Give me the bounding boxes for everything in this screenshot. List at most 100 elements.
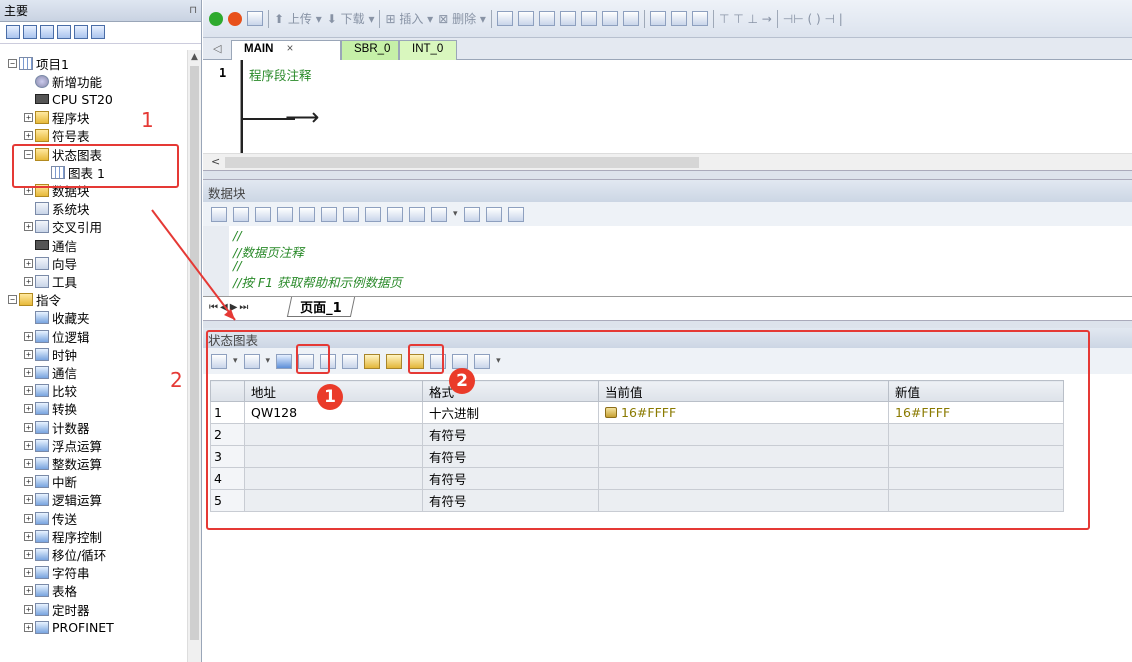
tree-item[interactable]: + 转换 (24, 400, 77, 418)
tree-item[interactable]: CPU ST20 (24, 90, 113, 108)
run-icon[interactable] (209, 11, 223, 26)
network-icon[interactable] (559, 11, 576, 26)
tab-main[interactable]: MAIN × (231, 40, 341, 60)
program-editor[interactable]: 1 程序段注释 ⟶ (203, 60, 1132, 153)
expander-icon[interactable]: + (24, 458, 33, 468)
tree-item[interactable]: + PROFINET (24, 618, 114, 636)
expander-icon[interactable]: + (24, 367, 33, 377)
expander-icon[interactable]: + (24, 477, 33, 487)
goto-icon[interactable] (622, 11, 639, 26)
table-icon[interactable] (463, 206, 480, 222)
expander-icon[interactable]: + (24, 440, 33, 450)
edit-icon[interactable] (485, 206, 502, 222)
bookmark-icon[interactable] (365, 206, 381, 222)
lock-icon[interactable] (670, 11, 687, 26)
download-icon[interactable] (255, 206, 271, 222)
insert-button[interactable]: ⊞ 插入 ▾ (385, 10, 433, 27)
network-comment[interactable]: 程序段注释 (249, 65, 312, 84)
expander-icon[interactable]: + (24, 531, 33, 541)
tree-item[interactable]: 通信 (24, 236, 77, 254)
upload-icon[interactable] (233, 206, 249, 222)
expander-icon[interactable]: + (24, 568, 33, 578)
compile-icon[interactable] (247, 11, 263, 26)
expander-icon[interactable]: + (24, 113, 33, 123)
scroll-thumb[interactable] (190, 66, 199, 640)
expander-icon[interactable]: − (8, 58, 17, 68)
tree-item[interactable]: + 中断 (24, 473, 77, 491)
tree-item[interactable]: 收藏夹 (24, 309, 90, 327)
expander-icon[interactable]: + (24, 276, 33, 286)
lock-icon[interactable] (649, 11, 666, 26)
scroll-up-icon[interactable]: ▲ (191, 52, 198, 62)
tree-item[interactable]: 系统块 (24, 200, 90, 218)
upload-button[interactable]: ⬆ 上传 ▾ (274, 10, 322, 27)
view-icon[interactable] (91, 25, 105, 39)
expander-icon[interactable]: − (8, 295, 17, 305)
expander-icon[interactable]: + (24, 131, 33, 141)
expander-icon[interactable]: + (24, 331, 33, 341)
tree-item[interactable]: + 表格 (24, 582, 77, 600)
splitter[interactable] (203, 320, 1132, 328)
tree-item[interactable]: + 程序控制 (24, 527, 102, 545)
view-icon[interactable] (40, 25, 54, 39)
expander-icon[interactable]: + (24, 386, 33, 396)
tree-item[interactable]: + 通信 (24, 363, 77, 381)
tree-item[interactable]: 新增功能 (24, 72, 102, 90)
insert-icon[interactable] (277, 206, 293, 222)
bookmark-icon[interactable] (496, 11, 513, 26)
tab-int0[interactable]: INT_0 (399, 40, 457, 60)
properties-icon[interactable] (507, 206, 524, 222)
tree-item[interactable]: + 计数器 (24, 418, 90, 436)
expander-icon[interactable]: + (24, 513, 33, 523)
expander-icon[interactable]: + (24, 495, 33, 505)
lock-icon[interactable] (691, 11, 708, 26)
delete-button[interactable]: ⊠ 删除 ▾ (438, 10, 486, 27)
view-icon[interactable] (23, 25, 37, 39)
tree-item[interactable]: − 项目1 (8, 54, 69, 72)
pin-icon[interactable]: ⊓ (189, 5, 197, 16)
tree-item[interactable]: + 向导 (24, 254, 77, 272)
tab-scroll-left-icon[interactable]: ◁ (213, 42, 221, 55)
tree-item[interactable]: + 字符串 (24, 564, 90, 582)
compile-icon[interactable] (211, 206, 227, 222)
tree-item[interactable]: + 移位/循环 (24, 545, 106, 563)
close-icon[interactable]: × (287, 43, 294, 55)
page-nav-icon[interactable]: ⏮◀▶⏭ (209, 302, 250, 313)
network-icon[interactable] (580, 11, 597, 26)
tree-item[interactable]: + 传送 (24, 509, 77, 527)
expander-icon[interactable]: + (24, 622, 33, 632)
expander-icon[interactable]: + (24, 349, 33, 359)
tree-item[interactable]: + 位逻辑 (24, 327, 90, 345)
tree-item[interactable]: + 定时器 (24, 600, 90, 618)
network-icon[interactable] (601, 11, 618, 26)
ladder-contact-icon[interactable]: ⊣⊢ ( ) ⊣ | (783, 12, 843, 26)
delete-icon[interactable] (299, 206, 315, 222)
tree-item[interactable]: − 指令 (8, 291, 61, 309)
expander-icon[interactable]: + (24, 258, 33, 268)
download-button[interactable]: ⬇ 下载 ▾ (327, 10, 375, 27)
expander-icon[interactable]: + (24, 222, 33, 232)
view-icon[interactable] (74, 25, 88, 39)
bookmark-icon[interactable] (343, 206, 359, 222)
scroll-left-icon[interactable]: < (211, 155, 220, 168)
tree-item[interactable]: + 交叉引用 (24, 218, 102, 236)
view-icon[interactable] (57, 25, 71, 39)
bookmark-icon[interactable] (387, 206, 403, 222)
view-icon[interactable] (6, 25, 20, 39)
bookmark-icon[interactable] (321, 206, 337, 222)
data-block-editor[interactable]: // //数据页注释 // //按 F1 获取帮助和示例数据页 (203, 226, 1132, 296)
expander-icon[interactable]: + (24, 549, 33, 559)
goto-icon[interactable] (409, 206, 425, 222)
network-icon[interactable] (538, 11, 555, 26)
tree-item[interactable]: + 逻辑运算 (24, 491, 102, 509)
tree-item[interactable]: + 程序块 (24, 109, 90, 127)
expander-icon[interactable]: + (24, 404, 33, 414)
chevron-down-icon[interactable]: ▾ (453, 209, 458, 219)
tree-item[interactable]: + 时钟 (24, 345, 77, 363)
bookmark-icon[interactable] (517, 11, 534, 26)
expander-icon[interactable]: + (24, 586, 33, 596)
ladder-branch-icon[interactable]: ⊤ ⊤ ⊥ → (719, 12, 772, 26)
editor-h-scrollbar[interactable]: < (203, 153, 1132, 170)
tree-scrollbar[interactable]: ▲ (187, 50, 201, 662)
tree-item[interactable]: + 符号表 (24, 127, 90, 145)
